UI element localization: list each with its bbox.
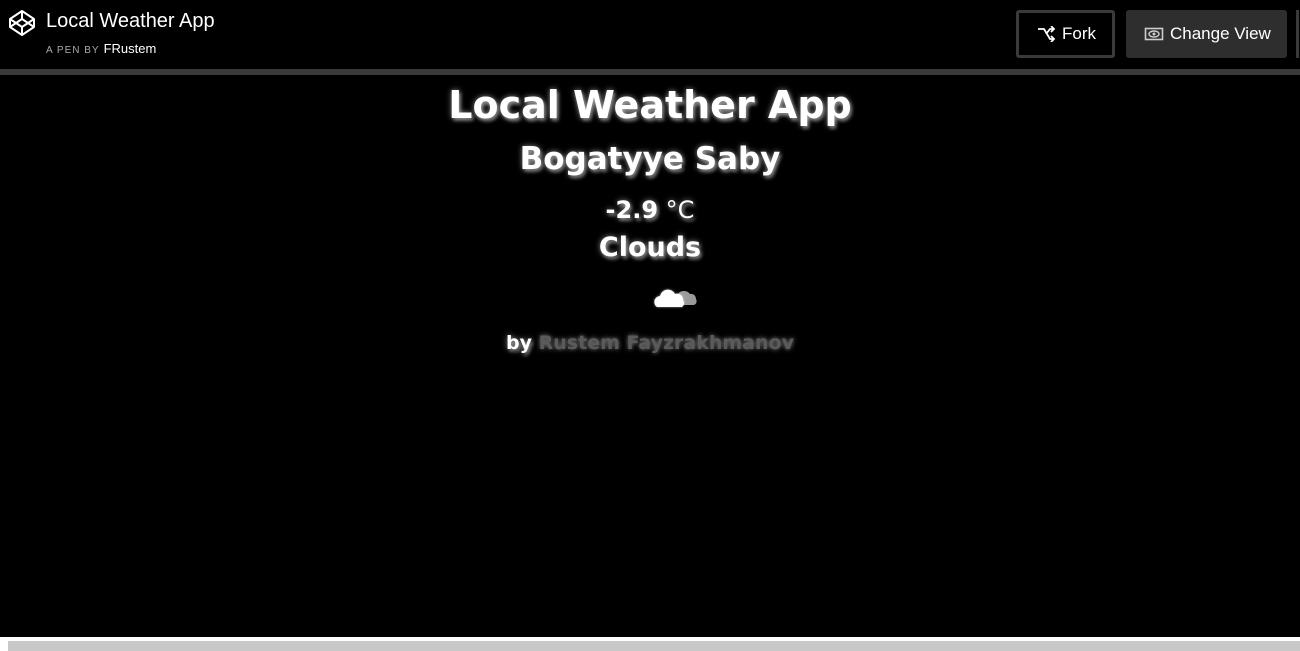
- codepen-logo-icon[interactable]: [8, 9, 36, 37]
- app-title: Local Weather App: [448, 83, 852, 127]
- fork-button[interactable]: Fork: [1016, 10, 1115, 58]
- cloud-icon: [654, 289, 697, 307]
- pen-title: Local Weather App: [46, 10, 215, 32]
- settings-button-edge[interactable]: [1296, 10, 1300, 58]
- scrollbar-thumb[interactable]: [8, 641, 1300, 651]
- temperature[interactable]: -2.9 °C: [0, 193, 1300, 227]
- fork-button-label: Fork: [1062, 24, 1096, 43]
- eye-icon: [1144, 27, 1164, 41]
- author-link[interactable]: Rustem Fayzrakhmanov: [539, 332, 794, 354]
- weather-condition: Clouds: [598, 232, 702, 263]
- credit-prefix: by: [506, 332, 533, 354]
- codepen-header: Local Weather App A PEN BY FRustem Fork C…: [0, 0, 1300, 69]
- pen-author-line: A PEN BY FRustem: [46, 41, 156, 59]
- city-name: Bogatyye Saby: [519, 141, 781, 177]
- change-view-label: Change View: [1170, 24, 1271, 43]
- change-view-button[interactable]: Change View: [1126, 10, 1287, 58]
- pen-author-link[interactable]: FRustem: [104, 41, 157, 56]
- pen-preview: Local Weather App Bogatyye Saby -2.9 °C …: [0, 75, 1300, 637]
- horizontal-scrollbar[interactable]: [0, 637, 1300, 651]
- fork-icon: [1038, 26, 1056, 42]
- temperature-value: -2.9: [605, 196, 659, 224]
- pen-by-label: A PEN BY: [46, 45, 100, 56]
- temperature-unit[interactable]: °C: [666, 196, 695, 224]
- credit-line: by Rustem Fayzrakhmanov: [0, 329, 1300, 357]
